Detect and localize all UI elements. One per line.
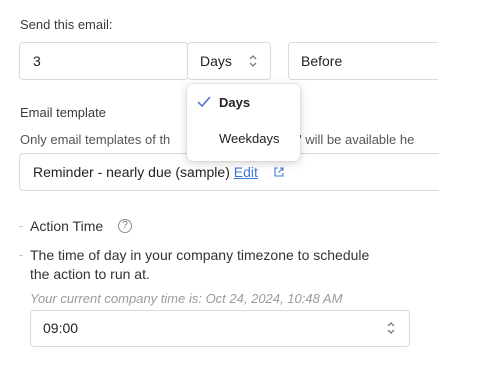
- email-template-help-left: Only email templates of th: [20, 132, 171, 147]
- email-template-value: Reminder - nearly due (sample): [33, 164, 230, 180]
- action-time-description-line1: The time of day in your company timezone…: [30, 247, 370, 263]
- unit-select[interactable]: Days: [187, 42, 271, 80]
- section-marker: [19, 255, 23, 256]
- info-icon[interactable]: ?: [118, 219, 132, 233]
- unit-option-weekdays[interactable]: Weekdays: [187, 124, 300, 154]
- action-time-select[interactable]: 09:00: [30, 310, 410, 347]
- chevron-up-down-icon: [249, 55, 257, 67]
- email-template-selected: Reminder - nearly due (sample) Edit: [33, 164, 258, 180]
- action-time-value: 09:00: [43, 320, 79, 336]
- timing-select[interactable]: Before: [288, 42, 438, 80]
- unit-dropdown-menu: Days Weekdays: [187, 84, 300, 161]
- unit-option-days[interactable]: Days: [187, 88, 300, 118]
- external-link-icon[interactable]: [273, 166, 285, 178]
- quantity-value: 3: [33, 53, 41, 69]
- action-time-label: Action Time: [30, 218, 104, 234]
- action-time-description-line2: the action to run at.: [30, 266, 150, 282]
- chevron-up-down-icon: [387, 322, 395, 334]
- checkmark-icon: [197, 96, 211, 108]
- section-marker: [19, 226, 23, 227]
- timing-selected-value: Before: [301, 53, 343, 69]
- current-time-note: Your current company time is: Oct 24, 20…: [30, 291, 343, 306]
- quantity-input[interactable]: 3: [19, 42, 188, 80]
- email-template-label: Email template: [20, 105, 106, 120]
- email-template-help-right: " will be available he: [297, 132, 415, 147]
- edit-template-link[interactable]: Edit: [234, 164, 258, 180]
- unit-option-weekdays-label: Weekdays: [219, 131, 280, 146]
- send-email-label: Send this email:: [20, 17, 113, 32]
- unit-selected-value: Days: [200, 53, 232, 69]
- unit-option-days-label: Days: [219, 95, 251, 110]
